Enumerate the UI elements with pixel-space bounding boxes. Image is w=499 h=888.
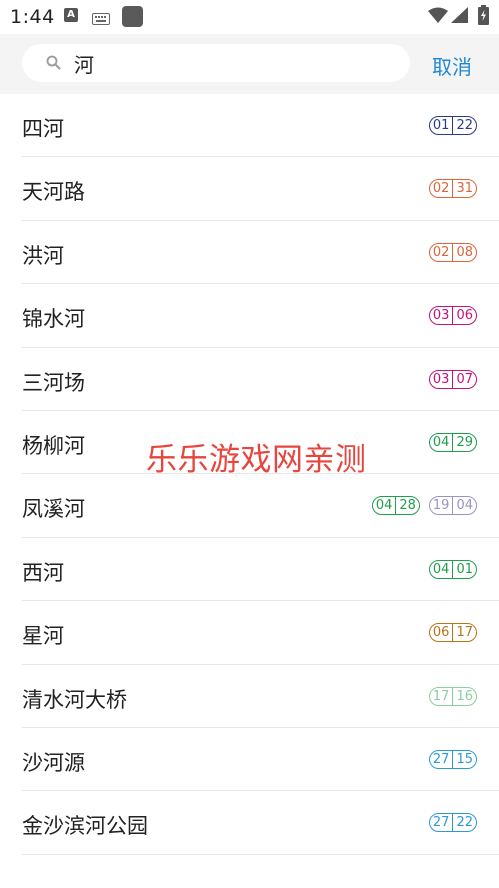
station-name: 金沙滨河公园 (22, 814, 148, 839)
line-number: 27 (432, 751, 450, 767)
station-name: 四河 (22, 117, 64, 141)
line-number: 17 (432, 688, 450, 704)
notification-icon (122, 6, 143, 27)
line-number: 04 (432, 561, 450, 577)
line-badge: 17 16 (428, 686, 477, 706)
search-box[interactable] (22, 44, 410, 82)
line-number: 04 (375, 498, 393, 514)
line-badges: 03 06 (428, 306, 477, 326)
line-badges: 27 22 (428, 813, 477, 833)
line-number: 01 (432, 118, 450, 133)
line-number: 02 (432, 181, 450, 197)
line-number: 27 (432, 815, 450, 831)
station-number: 08 (456, 244, 473, 260)
status-bar: 1:44 A (0, 0, 499, 34)
signal-icon (451, 7, 468, 27)
search-icon (46, 55, 61, 74)
line-badge: 02 31 (428, 179, 477, 199)
station-row[interactable]: 西河 04 01 (0, 538, 499, 602)
station-name: 西河 (22, 560, 64, 585)
line-badge: 03 07 (428, 369, 477, 389)
station-row[interactable]: 清水河大桥 17 16 (0, 665, 499, 728)
line-badges: 01 22 (428, 116, 477, 135)
station-number: 16 (456, 688, 473, 704)
search-input[interactable] (74, 44, 394, 82)
station-name: 沙河源 (22, 750, 85, 775)
line-number: 03 (432, 308, 450, 324)
station-number: 31 (456, 181, 473, 197)
line-badge: 02 08 (428, 242, 477, 262)
station-name: 天河路 (22, 180, 85, 205)
line-badge: 04 28 (371, 496, 420, 516)
line-badge: 27 22 (428, 813, 477, 833)
station-row[interactable]: 金沙滨河公园 27 22 (0, 791, 499, 855)
line-badges: 02 08 (428, 242, 477, 262)
line-badges: 06 17 (428, 623, 477, 643)
line-badge: 03 06 (428, 306, 477, 326)
station-row[interactable]: 锦水河 03 06 (0, 284, 499, 348)
station-row[interactable]: 洪河 02 08 (0, 221, 499, 285)
search-header: 取消 (0, 34, 499, 94)
station-number: 22 (456, 815, 473, 831)
station-number: 01 (456, 561, 473, 577)
station-name: 凤溪河 (22, 497, 85, 522)
line-number: 02 (432, 244, 450, 260)
battery-icon (478, 5, 489, 29)
line-badges: 27 15 (428, 749, 477, 769)
station-name: 洪河 (22, 243, 64, 268)
line-badges: 17 16 (428, 686, 477, 706)
station-row[interactable]: 凤溪河 04 28 19 04 (0, 474, 499, 538)
station-row[interactable]: 沙河源 27 15 (0, 728, 499, 792)
line-badges: 04 28 19 04 (371, 496, 477, 516)
station-number: 06 (456, 308, 473, 324)
line-badge: 04 29 (428, 432, 477, 452)
station-name: 清水河大桥 (22, 687, 127, 712)
line-badge: 27 15 (428, 749, 477, 769)
station-name: 星河 (22, 624, 64, 649)
wifi-icon (428, 7, 448, 27)
status-time: 1:44 (10, 6, 55, 28)
station-number: 28 (399, 498, 416, 514)
station-number: 17 (456, 625, 473, 641)
line-badge: 06 17 (428, 623, 477, 643)
station-number: 04 (456, 498, 473, 514)
station-name: 锦水河 (22, 307, 85, 332)
station-number: 07 (456, 371, 473, 387)
station-name: 杨柳河 (22, 433, 85, 458)
line-number: 06 (432, 625, 450, 641)
station-name: 三河场 (22, 370, 85, 395)
line-badges: 02 31 (428, 179, 477, 199)
watermark-text: 乐乐游戏网亲测 (146, 442, 367, 478)
station-number: 22 (456, 118, 473, 133)
station-row[interactable]: 四河 01 22 (0, 94, 499, 158)
row-divider (22, 853, 499, 855)
line-badge: 01 22 (428, 116, 477, 135)
line-number: 04 (432, 434, 450, 450)
station-row[interactable]: 天河路 02 31 (0, 157, 499, 221)
line-badge: 04 01 (428, 559, 477, 579)
keyboard-icon (92, 10, 110, 29)
cancel-button[interactable]: 取消 (432, 51, 472, 80)
line-badge: 19 04 (428, 496, 477, 516)
text-indicator-icon: A (64, 8, 78, 22)
station-row[interactable]: 三河场 03 07 (0, 348, 499, 411)
station-number: 29 (456, 434, 473, 450)
line-badges: 04 01 (428, 559, 477, 579)
line-number: 03 (432, 371, 450, 387)
station-number: 15 (456, 751, 473, 767)
line-badges: 04 29 (428, 432, 477, 452)
line-badges: 03 07 (428, 369, 477, 389)
station-row[interactable]: 星河 06 17 (0, 601, 499, 665)
line-number: 19 (432, 498, 450, 514)
